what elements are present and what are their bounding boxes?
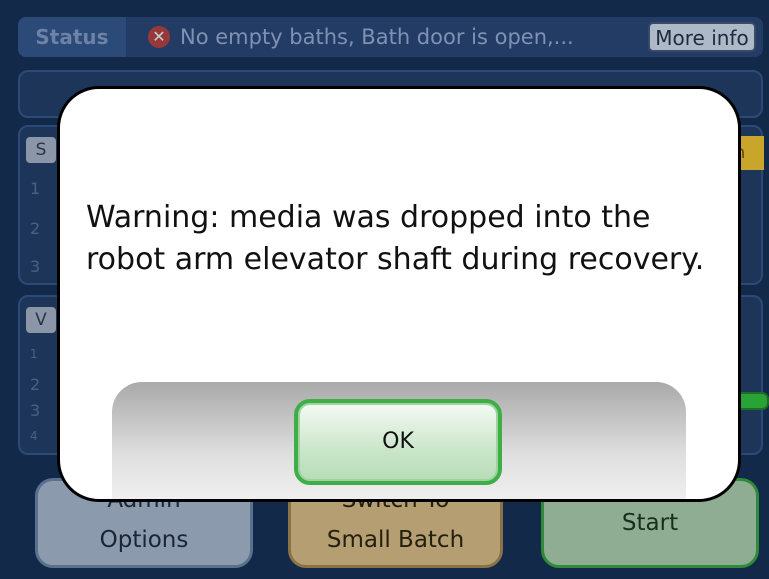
vessel-panel-button[interactable]: V — [26, 307, 56, 333]
warning-message: Warning: media was dropped into the robo… — [86, 200, 705, 277]
bath-panel-button[interactable]: S — [26, 137, 56, 163]
row-number: 2 — [30, 219, 41, 238]
row-number: 3 — [30, 401, 41, 420]
status-label: Status — [18, 17, 126, 57]
row-number: 1 — [30, 347, 38, 361]
row-number: 2 — [30, 375, 41, 394]
error-x-icon: ✕ — [148, 26, 170, 48]
switch-line2: Small Batch — [326, 527, 465, 553]
ok-button[interactable]: OK — [294, 399, 502, 485]
row-number: 4 — [30, 429, 38, 443]
warning-dialog: Warning: media was dropped into the robo… — [57, 86, 741, 502]
status-bar: Status ✕ No empty baths, Bath door is op… — [18, 17, 763, 57]
start-label: Start — [621, 510, 679, 536]
status-message: No empty baths, Bath door is open,... — [180, 25, 574, 49]
admin-options-line2: Options — [99, 527, 189, 553]
row-number: 3 — [30, 257, 41, 276]
app-screen: Status ✕ No empty baths, Bath door is op… — [0, 0, 769, 579]
more-info-button[interactable]: More info — [648, 22, 756, 52]
row-number: 1 — [30, 179, 41, 198]
